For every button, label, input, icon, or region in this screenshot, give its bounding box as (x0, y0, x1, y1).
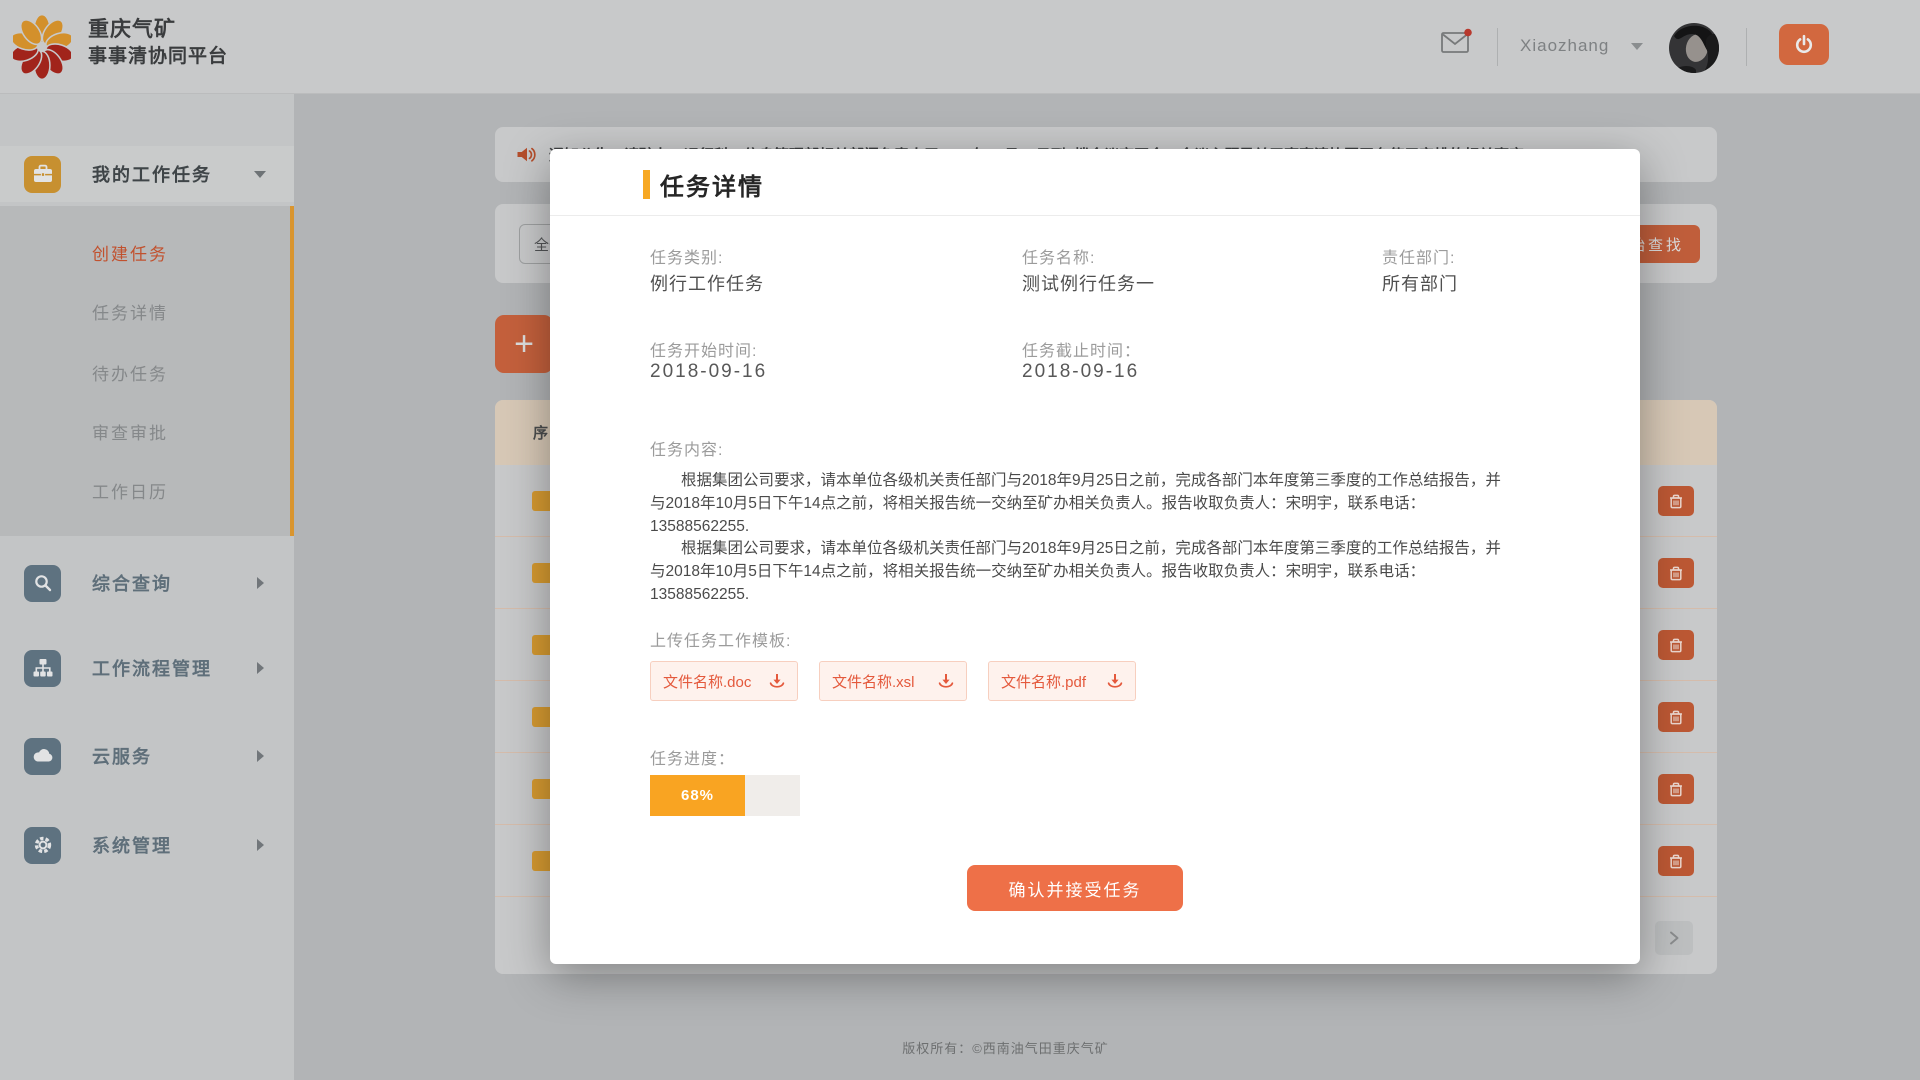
task-content-paragraph: 根据集团公司要求，请本单位各级机关责任部门与2018年9月25日之前，完成各部门… (650, 469, 1514, 538)
task-end-label: 任务截止时间： (1022, 337, 1141, 361)
task-detail-modal: 任务详情 任务类别: 例行工作任务 任务名称: 测试例行任务一 责任部门: 所有… (550, 149, 1640, 964)
task-start-label: 任务开始时间: (650, 337, 757, 361)
title-accent-bar (643, 170, 650, 199)
task-content-paragraph: 根据集团公司要求，请本单位各级机关责任部门与2018年9月25日之前，完成各部门… (650, 537, 1514, 606)
attachment-name: 文件名称.doc (663, 671, 767, 692)
task-name-label: 任务名称: (1022, 244, 1095, 268)
task-name-value: 测试例行任务一 (1022, 270, 1155, 296)
attachment-name: 文件名称.pdf (1001, 671, 1105, 692)
task-end-value: 2018-09-16 (1022, 361, 1139, 383)
download-icon (936, 671, 956, 691)
modal-divider (550, 215, 1640, 216)
attachment-pdf[interactable]: 文件名称.pdf (988, 661, 1136, 701)
application-window: 重庆气矿 事事清协同平台 Xiaozhang (0, 0, 1920, 1080)
modal-title: 任务详情 (660, 167, 764, 202)
task-dept-value: 所有部门 (1382, 270, 1458, 296)
task-category-label: 任务类别: (650, 244, 723, 268)
attachment-doc[interactable]: 文件名称.doc (650, 661, 798, 701)
task-category-value: 例行工作任务 (650, 270, 764, 296)
download-icon (1105, 671, 1125, 691)
task-progress-label: 任务进度： (650, 745, 735, 769)
progress-percent: 68% (681, 787, 714, 804)
task-dept-label: 责任部门: (1382, 244, 1455, 268)
confirm-accept-task-button[interactable]: 确认并接受任务 (967, 865, 1183, 911)
progress-bar: 68% (650, 775, 800, 816)
upload-template-label: 上传任务工作模板: (650, 627, 791, 651)
attachment-xsl[interactable]: 文件名称.xsl (819, 661, 967, 701)
download-icon (767, 671, 787, 691)
task-start-value: 2018-09-16 (650, 361, 767, 383)
task-content-label: 任务内容: (650, 436, 723, 460)
attachment-name: 文件名称.xsl (832, 671, 936, 692)
progress-fill: 68% (650, 775, 745, 816)
